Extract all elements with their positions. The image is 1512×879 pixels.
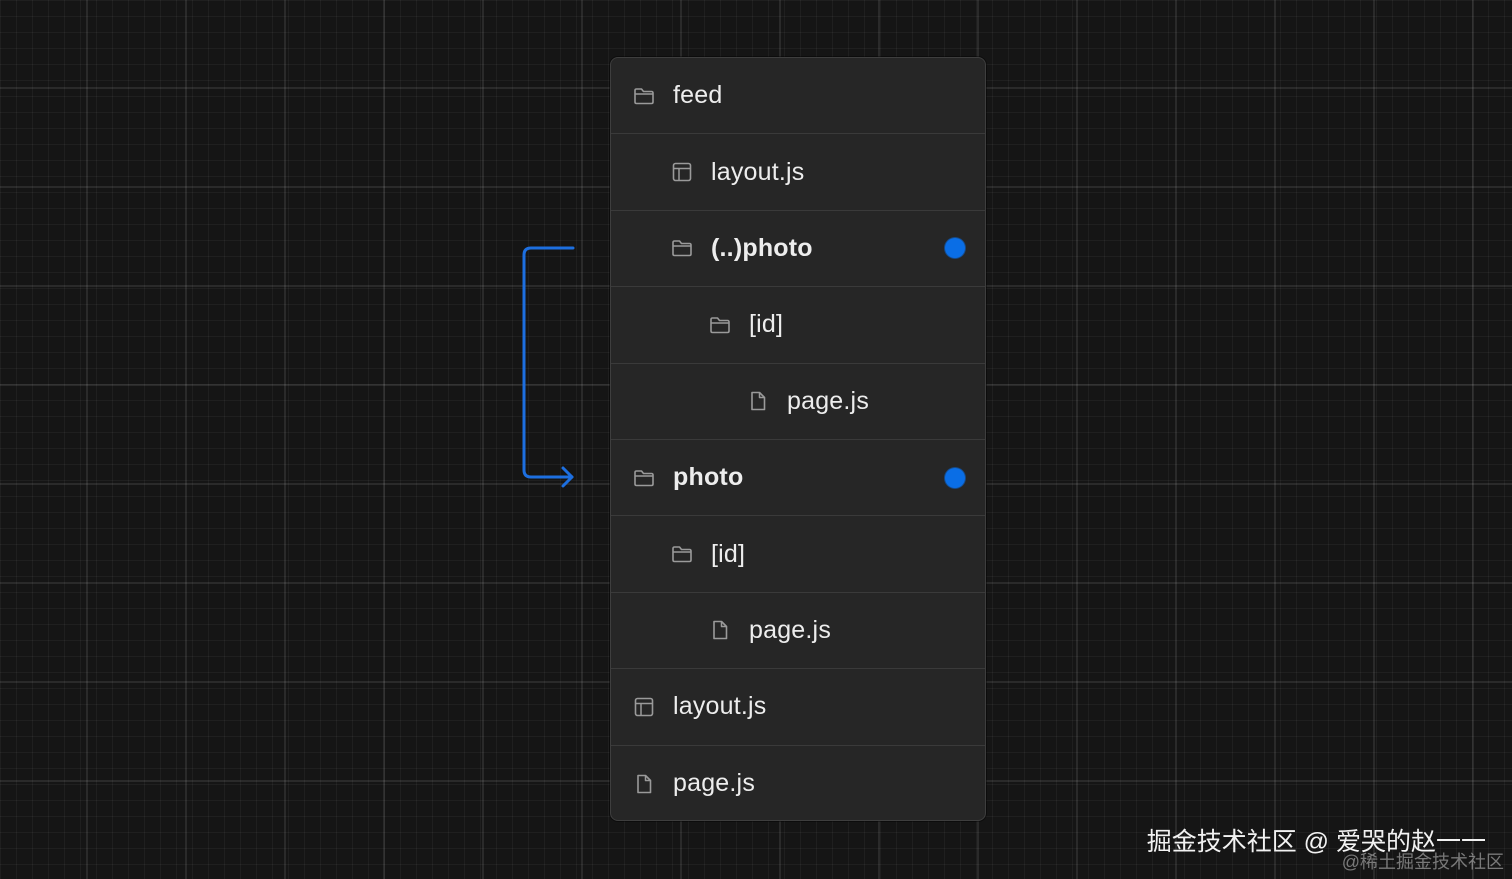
tree-row[interactable]: page.js bbox=[611, 593, 985, 670]
file-tree: feed layout.js (..)photo [id] page.js ph… bbox=[610, 57, 986, 821]
tree-row-label: [id] bbox=[749, 310, 784, 339]
tree-row[interactable]: page.js bbox=[611, 364, 985, 440]
layout-icon bbox=[633, 696, 655, 718]
tree-row[interactable]: [id] bbox=[611, 287, 985, 364]
tree-row-label: feed bbox=[673, 81, 723, 110]
folder-icon bbox=[633, 85, 655, 107]
tree-row-label: (..)photo bbox=[711, 233, 813, 262]
folder-icon bbox=[671, 237, 693, 259]
diagram-canvas: feed layout.js (..)photo [id] page.js ph… bbox=[0, 0, 1512, 879]
tree-row-label: photo bbox=[673, 463, 744, 492]
tree-row[interactable]: layout.js bbox=[611, 669, 985, 746]
tree-row-label: page.js bbox=[749, 615, 832, 644]
intercept-arrow-icon bbox=[522, 246, 575, 488]
tree-row[interactable]: photo bbox=[611, 440, 985, 517]
file-icon bbox=[709, 619, 731, 641]
tree-row-label: [id] bbox=[711, 539, 746, 568]
tree-row-label: page.js bbox=[787, 386, 870, 415]
tree-row[interactable]: layout.js bbox=[611, 134, 985, 211]
watermark-subtext: @稀土掘金技术社区 bbox=[1341, 852, 1504, 872]
folder-icon bbox=[709, 314, 731, 336]
file-icon bbox=[633, 773, 655, 795]
active-dot-icon bbox=[945, 238, 965, 259]
active-dot-icon bbox=[945, 467, 965, 488]
folder-icon bbox=[671, 543, 693, 565]
folder-icon bbox=[633, 467, 655, 489]
layout-icon bbox=[671, 161, 693, 183]
tree-row[interactable]: (..)photo bbox=[611, 211, 985, 288]
tree-row-label: page.js bbox=[673, 769, 756, 798]
tree-row-label: layout.js bbox=[673, 692, 767, 721]
tree-row[interactable]: page.js bbox=[611, 746, 985, 820]
tree-row-label: layout.js bbox=[711, 157, 805, 186]
tree-row[interactable]: feed bbox=[611, 58, 985, 135]
tree-row[interactable]: [id] bbox=[611, 516, 985, 593]
file-icon bbox=[747, 390, 769, 412]
